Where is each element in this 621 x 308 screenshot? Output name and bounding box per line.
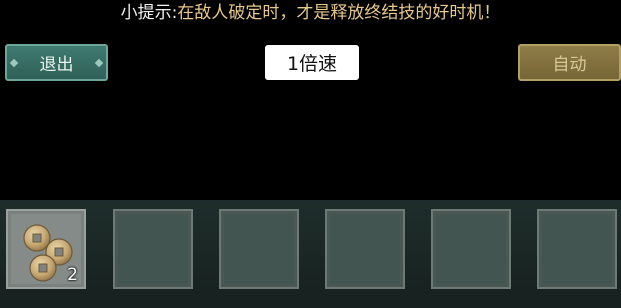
slot-background xyxy=(224,214,294,284)
hint-prefix: 小提示: xyxy=(120,3,178,23)
exit-button-label: 退出 xyxy=(39,55,74,75)
item-slot-4[interactable] xyxy=(325,209,405,289)
item-slot-5[interactable] xyxy=(431,209,511,289)
auto-button[interactable]: 自动 xyxy=(518,44,621,81)
slot-background xyxy=(330,214,400,284)
auto-button-label: 自动 xyxy=(552,55,587,75)
item-slot-2[interactable] xyxy=(113,209,193,289)
item-count: 2 xyxy=(67,265,78,285)
slot-background xyxy=(542,214,612,284)
item-slot-6[interactable] xyxy=(537,209,617,289)
battle-screen: 小提示:在敌人破定时，才是释放终结技的好时机！ 退出 1倍速 自动 2 xyxy=(0,0,621,308)
item-slot-1[interactable]: 2 xyxy=(6,209,86,289)
slot-background xyxy=(436,214,506,284)
hint-text: 在敌人破定时，才是释放终结技的好时机！ xyxy=(177,3,501,23)
item-bar: 2 xyxy=(0,200,621,308)
exit-button[interactable]: 退出 xyxy=(5,44,108,81)
speed-button[interactable]: 1倍速 xyxy=(265,45,359,80)
item-slot-3[interactable] xyxy=(219,209,299,289)
hint-banner: 小提示:在敌人破定时，才是释放终结技的好时机！ xyxy=(0,2,621,24)
slot-background xyxy=(118,214,188,284)
speed-button-label: 1倍速 xyxy=(286,53,338,75)
